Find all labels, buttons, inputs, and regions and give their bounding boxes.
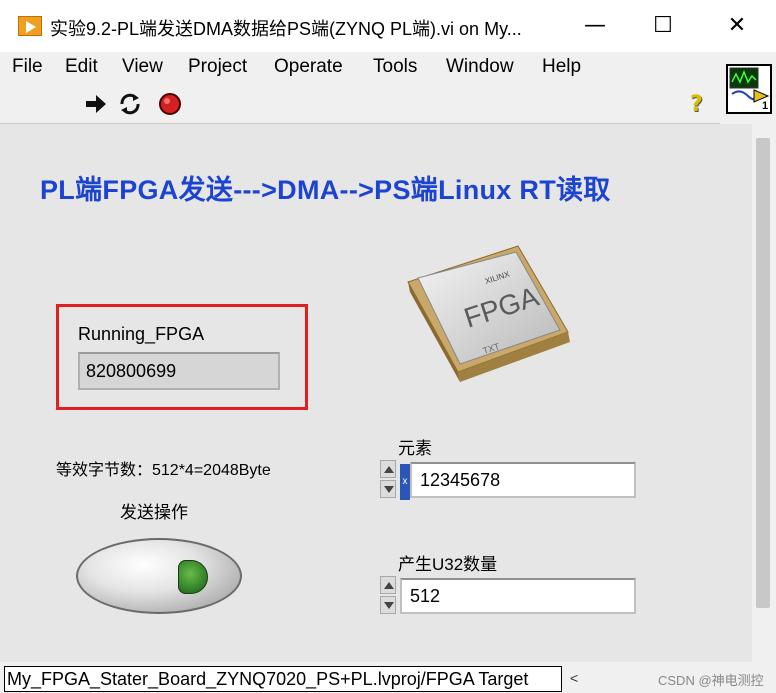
u32-count-spinner[interactable] [378, 576, 400, 616]
element-input[interactable]: 12345678 [410, 462, 636, 498]
vi-connector-icon[interactable]: 1 [726, 64, 772, 114]
send-button-label: 发送操作 [120, 503, 188, 522]
led-indicator-icon [178, 560, 208, 594]
menu-window[interactable]: Window [446, 56, 514, 78]
increment-arrow-icon[interactable] [380, 576, 396, 594]
menu-view[interactable]: View [122, 56, 163, 78]
u32-count-input[interactable]: 512 [400, 578, 636, 614]
scroll-left-icon[interactable]: < [570, 670, 578, 686]
project-path: My_FPGA_Stater_Board_ZYNQ7020_PS+PL.lvpr… [4, 666, 562, 692]
help-icon[interactable]: ? [690, 92, 703, 117]
byte-count-info: 等效字节数：512*4=2048Byte [56, 462, 271, 479]
send-operation-button[interactable] [76, 538, 242, 614]
connector-number: 1 [762, 100, 769, 112]
vertical-scrollbar[interactable] [752, 124, 776, 662]
front-panel: PL端FPGA发送--->DMA-->PS端Linux RT读取 Running… [0, 124, 752, 662]
vi-icon-area: 1 [720, 52, 776, 124]
menu-bar: File Edit View Project Operate Tools Win… [0, 52, 720, 82]
run-continuously-icon[interactable] [118, 92, 142, 116]
running-fpga-indicator: 820800699 [78, 352, 280, 390]
scroll-thumb[interactable] [756, 138, 770, 608]
title-bar: 实验9.2-PL端发送DMA数据给PS端(ZYNQ PL端).vi on My.… [0, 0, 776, 52]
watermark-text: CSDN @神电测控 [658, 673, 764, 688]
maximize-button[interactable]: ☐ [640, 8, 686, 44]
menu-project[interactable]: Project [188, 56, 247, 78]
menu-edit[interactable]: Edit [65, 56, 98, 78]
menu-tools[interactable]: Tools [373, 56, 417, 78]
increment-arrow-icon[interactable] [380, 460, 396, 478]
element-spinner[interactable] [378, 460, 400, 500]
run-arrow-icon[interactable] [84, 92, 108, 116]
close-button[interactable]: ✕ [714, 8, 760, 44]
menu-file[interactable]: File [12, 56, 43, 78]
window-title: 实验9.2-PL端发送DMA数据给PS端(ZYNQ PL端).vi on My.… [50, 19, 522, 39]
decrement-arrow-icon[interactable] [380, 596, 396, 614]
element-label: 元素 [398, 439, 432, 458]
radix-indicator[interactable]: x [400, 464, 410, 500]
decrement-arrow-icon[interactable] [380, 480, 396, 498]
panel-heading: PL端FPGA发送--->DMA-->PS端Linux RT读取 [40, 175, 611, 205]
menu-help[interactable]: Help [542, 56, 581, 78]
running-fpga-label: Running_FPGA [78, 324, 205, 344]
u32-count-label: 产生U32数量 [398, 555, 498, 574]
labview-run-icon [18, 16, 42, 36]
status-bar: My_FPGA_Stater_Board_ZYNQ7020_PS+PL.lvpr… [0, 662, 776, 693]
minimize-button[interactable]: — [572, 8, 618, 44]
menu-operate[interactable]: Operate [274, 56, 343, 78]
toolbar: ? [0, 82, 720, 124]
abort-stop-icon[interactable] [158, 92, 182, 116]
fpga-chip-image: XILINX FPGA TXT [407, 245, 570, 382]
